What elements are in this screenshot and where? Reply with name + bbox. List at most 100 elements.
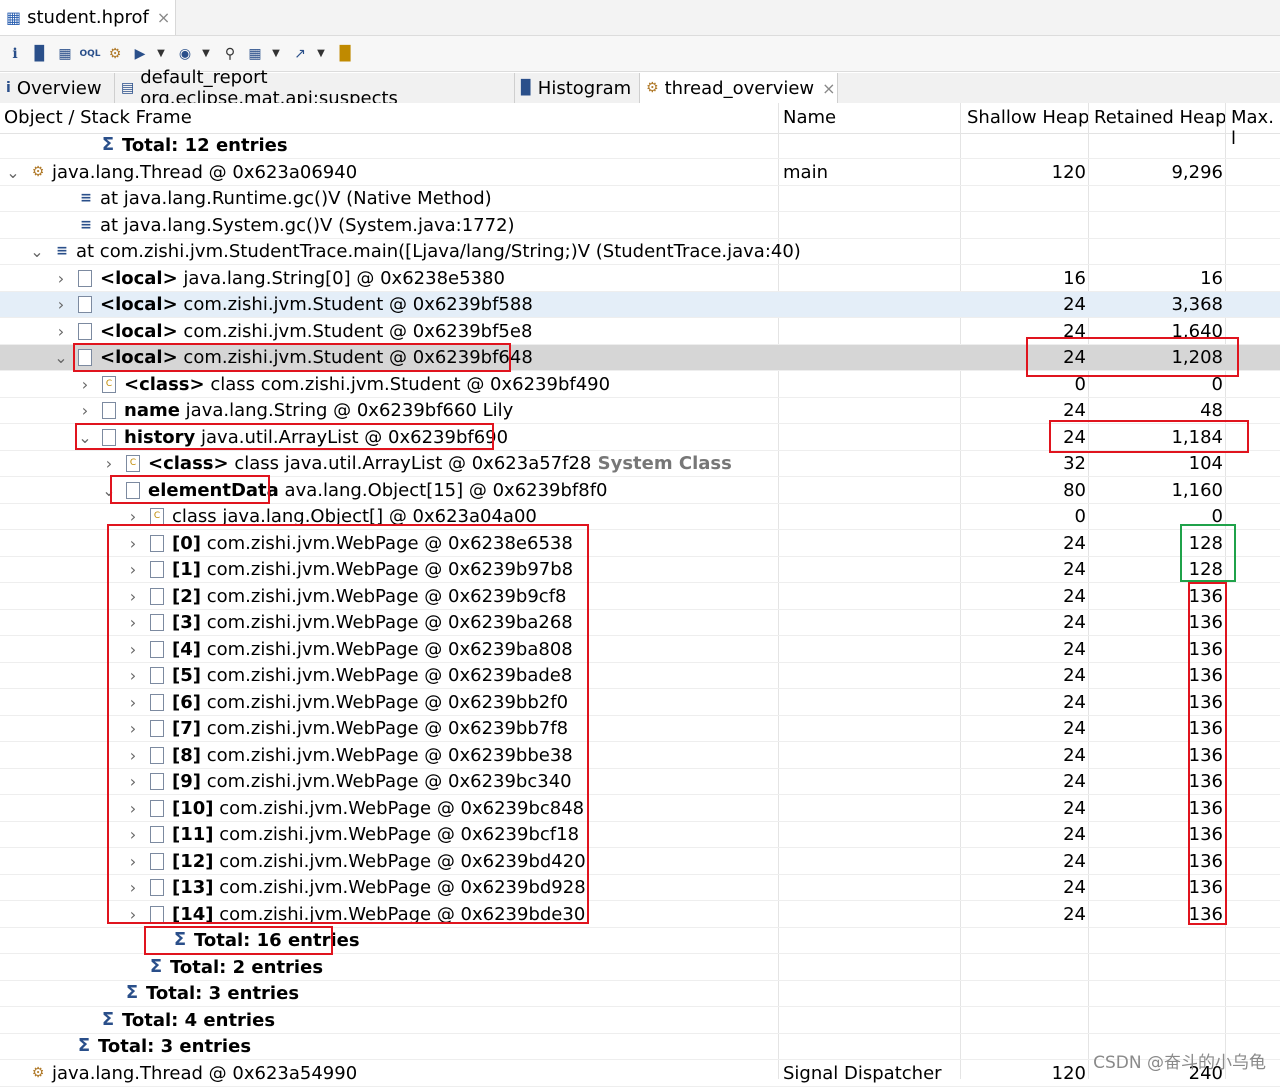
- highlight-box: [110, 475, 270, 504]
- total-row[interactable]: Σ Total: 3 entries: [0, 1034, 1280, 1060]
- column-header-name[interactable]: Name: [783, 107, 836, 128]
- class-icon: C: [102, 375, 116, 393]
- tab-overview[interactable]: i Overview: [0, 73, 115, 103]
- editor-tab-title: student.hprof: [27, 7, 149, 28]
- dominator-tree-icon[interactable]: ▦: [54, 43, 76, 65]
- shallow-heap-value: 24: [1063, 532, 1086, 554]
- shallow-heap-value: 24: [1063, 718, 1086, 739]
- info-icon[interactable]: i: [4, 43, 26, 65]
- class-icon: C: [126, 455, 140, 472]
- table-row[interactable]: ≡ at java.lang.System.gc()V (System.java:…: [0, 213, 1280, 239]
- tab-label: Histogram: [537, 77, 632, 99]
- object-label: Total: 4 entries: [122, 1009, 276, 1031]
- editor-tab-bar: ▦ student.hprof ×: [0, 0, 1280, 36]
- object-label: <class> class java.util.ArrayList @ 0x62…: [148, 453, 732, 474]
- shallow-heap-value: 32: [1063, 453, 1086, 474]
- chevron-down-icon[interactable]: ▼: [269, 43, 283, 65]
- total-row[interactable]: Σ Total: 4 entries: [0, 1008, 1280, 1034]
- run-report-icon[interactable]: ▶: [129, 43, 151, 65]
- total-row[interactable]: Σ Total: 2 entries: [0, 955, 1280, 981]
- retained-heap-value: 16: [1200, 267, 1223, 289]
- highlight-box-green: [1180, 524, 1236, 582]
- total-row[interactable]: Σ Total: 3 entries: [0, 981, 1280, 1007]
- total-row[interactable]: Σ Total: 12 entries: [0, 133, 1280, 159]
- retained-heap-value: 9,296: [1171, 161, 1223, 183]
- chevron-right-icon[interactable]: ›: [102, 453, 116, 475]
- shallow-heap-value: 24: [1063, 585, 1086, 607]
- object-label: <local> com.zishi.jvm.Student @ 0x6239bf…: [100, 320, 533, 342]
- chevron-down-icon[interactable]: ▼: [199, 43, 213, 65]
- column-header-shallow-heap[interactable]: Shallow Heap: [967, 107, 1089, 128]
- chevron-right-icon[interactable]: ›: [54, 268, 68, 290]
- search-icon[interactable]: ⚲: [219, 43, 241, 65]
- table-row[interactable]: ⌄ ≡ at com.zishi.jvm.StudentTrace.main([Lj…: [0, 239, 1280, 265]
- shallow-heap-value: 24: [1063, 877, 1086, 898]
- shallow-heap-value: 24: [1063, 903, 1086, 925]
- highlight-box: [1188, 582, 1227, 925]
- column-header-retained-heap[interactable]: Retained Heap: [1094, 107, 1227, 128]
- chevron-down-icon[interactable]: ▼: [314, 43, 328, 65]
- retained-heap-value: 3,368: [1171, 294, 1223, 315]
- editor-tab-student-hprof[interactable]: ▦ student.hprof ×: [0, 0, 176, 35]
- retained-heap-value: 104: [1188, 453, 1223, 474]
- tab-histogram[interactable]: ▉ Histogram: [515, 73, 640, 103]
- shallow-heap-value: 120: [1051, 1062, 1086, 1084]
- table-row[interactable]: › <local> com.zishi.jvm.Student @ 0x6239b…: [0, 292, 1280, 318]
- object-label: <local> java.lang.String[0] @ 0x6238e538…: [100, 267, 505, 289]
- pin-icon[interactable]: █: [334, 43, 356, 65]
- object-icon: [102, 402, 116, 419]
- shallow-heap-value: 24: [1063, 612, 1086, 633]
- tab-thread-overview[interactable]: ⚙ thread_overview ×: [640, 73, 838, 103]
- calculator-icon[interactable]: ▦: [244, 43, 266, 65]
- thread-overview-icon[interactable]: ⚙: [104, 43, 126, 65]
- shallow-heap-value: 0: [1074, 506, 1086, 527]
- retained-heap-value: 48: [1200, 400, 1223, 421]
- retained-heap-value: 1,160: [1171, 479, 1223, 501]
- table-row[interactable]: ⚙ java.lang.Thread @ 0x623a54990 Signal Di…: [0, 1061, 1280, 1087]
- shallow-heap-value: 16: [1063, 267, 1086, 289]
- chevron-right-icon[interactable]: ›: [54, 321, 68, 343]
- object-label: name java.lang.String @ 0x6239bf660 Lily: [124, 400, 514, 421]
- sum-icon: Σ: [125, 982, 139, 1003]
- shallow-heap-value: 24: [1063, 850, 1086, 872]
- oql-icon[interactable]: OQL: [79, 43, 101, 65]
- highlight-box: [107, 524, 589, 924]
- tab-default-report[interactable]: ▤ default_report org.eclipse.mat.api:sus…: [115, 67, 515, 109]
- tab-label: thread_overview: [664, 77, 815, 99]
- highlight-box: [1049, 420, 1249, 453]
- close-icon[interactable]: ×: [157, 8, 170, 27]
- chevron-down-icon[interactable]: ⌄: [54, 347, 68, 369]
- object-label: at java.lang.Runtime.gc()V (Native Metho…: [100, 188, 492, 209]
- sum-icon: Σ: [101, 1008, 115, 1030]
- heap-dump-overview-icon[interactable]: ◉: [174, 43, 196, 65]
- object-label: <class> class com.zishi.jvm.Student @ 0x…: [124, 373, 611, 395]
- export-icon[interactable]: ↗: [289, 43, 311, 65]
- close-icon[interactable]: ×: [822, 79, 835, 98]
- highlight-box: [1026, 337, 1239, 377]
- table-row[interactable]: ⌄ ⚙ java.lang.Thread @ 0x623a06940 main 120 9…: [0, 160, 1280, 186]
- object-icon: [78, 296, 92, 313]
- shallow-heap-value: 80: [1063, 479, 1086, 501]
- sum-icon: Σ: [77, 1035, 91, 1056]
- table-row[interactable]: › <local> java.lang.String[0] @ 0x6238e53…: [0, 266, 1280, 292]
- chevron-right-icon[interactable]: ›: [78, 374, 92, 396]
- chevron-right-icon[interactable]: ›: [54, 294, 68, 316]
- chevron-down-icon[interactable]: ⌄: [30, 241, 44, 263]
- histogram-icon: ▉: [521, 80, 532, 96]
- chevron-right-icon[interactable]: ›: [78, 400, 92, 422]
- chevron-down-icon[interactable]: ⌄: [6, 162, 20, 184]
- chevron-down-icon[interactable]: ▼: [154, 43, 168, 65]
- shallow-heap-value: 24: [1063, 744, 1086, 766]
- object-label: <local> com.zishi.jvm.Student @ 0x6239bf…: [100, 294, 533, 315]
- object-icon: [78, 322, 92, 340]
- column-header-object[interactable]: Object / Stack Frame: [4, 107, 192, 128]
- shallow-heap-value: 24: [1063, 797, 1086, 819]
- thread-name: main: [783, 161, 828, 183]
- histogram-icon[interactable]: ▉: [29, 43, 51, 65]
- database-icon: ▦: [6, 8, 22, 27]
- shallow-heap-value: 24: [1063, 824, 1086, 845]
- stack-frame-icon: ≡: [56, 243, 68, 259]
- watermark: CSDN @奋斗的小乌龟: [1093, 1053, 1266, 1073]
- table-row[interactable]: ≡ at java.lang.Runtime.gc()V (Native Meth…: [0, 186, 1280, 212]
- table-row[interactable]: › C <class> class java.util.ArrayList @ 0x…: [0, 451, 1280, 477]
